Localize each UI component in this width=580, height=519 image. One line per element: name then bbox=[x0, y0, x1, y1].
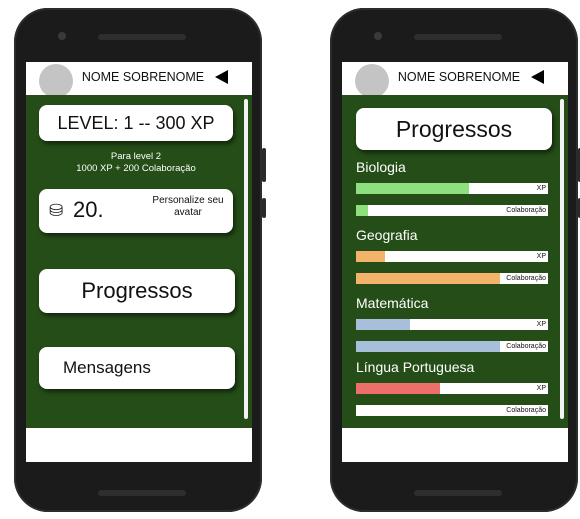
collab-bar-geografia: Colaboração bbox=[356, 273, 548, 284]
subject-biologia: Biologia bbox=[356, 159, 406, 175]
next-level-info: Para level 2 1000 XP + 200 Colaboração bbox=[36, 151, 236, 175]
earpiece-speaker bbox=[414, 34, 502, 40]
collab-bar-label: Colaboração bbox=[506, 407, 546, 414]
xp-bar-label: XP bbox=[536, 385, 546, 392]
collab-bar-fill bbox=[356, 341, 500, 352]
avatar[interactable] bbox=[39, 64, 73, 98]
scrollbar[interactable] bbox=[244, 99, 248, 419]
top-bar: NOME SOBRENOME bbox=[26, 62, 252, 98]
bottom-navigation-bar bbox=[26, 428, 252, 462]
bottom-speaker bbox=[98, 490, 186, 496]
xp-bar-label: XP bbox=[536, 185, 546, 192]
collab-bar-fill bbox=[356, 273, 500, 284]
power-button bbox=[262, 198, 266, 218]
collab-bar-lingua-portuguesa: Colaboração bbox=[356, 405, 548, 416]
xp-bar-fill bbox=[356, 183, 470, 194]
phone-left: NOME SOBRENOME LEVEL: 1 -- 300 XP Para l… bbox=[14, 8, 266, 512]
top-bar: NOME SOBRENOME bbox=[342, 62, 568, 98]
user-name: NOME SOBRENOME bbox=[81, 70, 205, 84]
phone-right: NOME SOBRENOME Progressos Biologia XP Co… bbox=[330, 8, 580, 512]
front-camera bbox=[374, 32, 382, 40]
collab-bar-fill bbox=[356, 205, 368, 216]
coin-balance: 20. bbox=[73, 197, 104, 222]
content-area: LEVEL: 1 -- 300 XP Para level 2 1000 XP … bbox=[26, 95, 252, 428]
xp-bar-lingua-portuguesa: XP bbox=[356, 383, 548, 394]
collab-bar-matematica: Colaboração bbox=[356, 341, 548, 352]
content-area: Progressos Biologia XP Colaboração Geogr… bbox=[342, 95, 568, 428]
collab-bar-label: Colaboração bbox=[506, 275, 546, 282]
progress-title: Progressos bbox=[356, 108, 552, 150]
earpiece-speaker bbox=[98, 34, 186, 40]
level-card: LEVEL: 1 -- 300 XP bbox=[39, 105, 233, 141]
front-camera bbox=[58, 32, 66, 40]
volume-button bbox=[262, 148, 266, 182]
coins-icon: ⛁ bbox=[49, 201, 64, 220]
avatar[interactable] bbox=[355, 64, 389, 98]
xp-bar-biologia: XP bbox=[356, 183, 548, 194]
xp-bar-geografia: XP bbox=[356, 251, 548, 262]
messages-button[interactable]: Mensagens bbox=[39, 347, 235, 389]
scrollbar[interactable] bbox=[560, 99, 564, 419]
user-name: NOME SOBRENOME bbox=[397, 70, 521, 84]
back-arrow-icon[interactable] bbox=[531, 70, 544, 84]
next-level-requirements: 1000 XP + 200 Colaboração bbox=[76, 163, 196, 174]
progress-screen: NOME SOBRENOME Progressos Biologia XP Co… bbox=[342, 62, 568, 462]
xp-bar-label: XP bbox=[536, 321, 546, 328]
xp-bar-fill bbox=[356, 251, 385, 262]
bottom-speaker bbox=[414, 490, 502, 496]
xp-bar-fill bbox=[356, 319, 410, 330]
subject-lingua-portuguesa: Língua Portuguesa bbox=[356, 359, 475, 375]
customize-avatar-card[interactable]: ⛁ 20. Personalize seu avatar bbox=[39, 189, 233, 233]
home-screen: NOME SOBRENOME LEVEL: 1 -- 300 XP Para l… bbox=[26, 62, 252, 462]
xp-bar-label: XP bbox=[536, 253, 546, 260]
subject-geografia: Geografia bbox=[356, 227, 418, 243]
progress-button[interactable]: Progressos bbox=[39, 269, 235, 313]
collab-bar-label: Colaboração bbox=[506, 207, 546, 214]
bottom-navigation-bar bbox=[342, 428, 568, 462]
xp-bar-fill bbox=[356, 383, 441, 394]
subject-matematica: Matemática bbox=[356, 295, 429, 311]
back-arrow-icon[interactable] bbox=[215, 70, 228, 84]
xp-bar-matematica: XP bbox=[356, 319, 548, 330]
collab-bar-biologia: Colaboração bbox=[356, 205, 548, 216]
customize-avatar-label: Personalize seu avatar bbox=[152, 195, 224, 218]
collab-bar-label: Colaboração bbox=[506, 343, 546, 350]
next-level-title: Para level 2 bbox=[110, 151, 162, 162]
